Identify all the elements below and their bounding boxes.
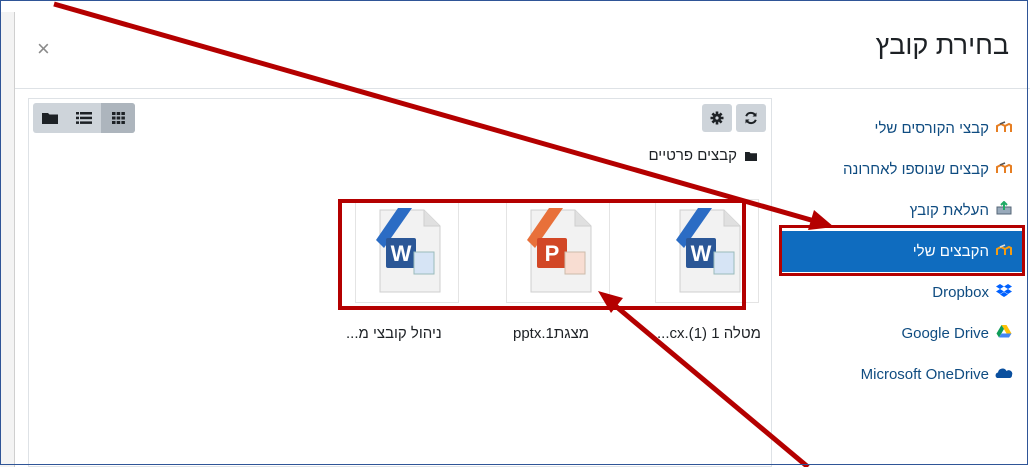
screenshot-frame [0, 0, 1028, 465]
